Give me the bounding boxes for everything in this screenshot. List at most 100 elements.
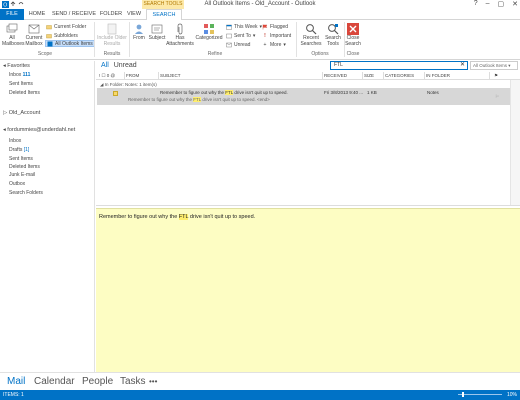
search-scope-dropdown[interactable]: All Outlook Items ▾	[470, 61, 518, 70]
nav-tasks[interactable]: Tasks	[120, 376, 146, 387]
column-size[interactable]: SIZE	[364, 73, 374, 78]
filter-unread[interactable]: Unread	[114, 62, 137, 69]
older-results-icon	[106, 23, 118, 35]
flag-column-icon[interactable]: ⚑	[494, 73, 498, 79]
search-tools-context-label: SEARCH TOOLS	[142, 0, 184, 9]
favorite-sent-items[interactable]: Sent Items	[9, 81, 33, 87]
favorite-deleted-items[interactable]: Deleted Items	[9, 90, 40, 96]
folder-inbox[interactable]: Inbox	[9, 138, 21, 144]
categorized-button[interactable]: Categorized	[194, 23, 224, 42]
folder-pane: ◂ Favorites Inbox 111 Sent Items Deleted…	[0, 61, 95, 372]
this-week-dropdown[interactable]: This Week ▾	[226, 23, 262, 30]
recent-searches-button[interactable]: Recent Searches	[299, 23, 323, 47]
outlook-logo-icon: O	[2, 1, 9, 9]
icon-columns[interactable]: ! ☐ 0 @	[99, 73, 115, 79]
tab-view[interactable]: VIEW	[124, 9, 144, 20]
folder-drafts[interactable]: Drafts [1]	[9, 147, 29, 153]
note-body: Remember to figure out why the FTL drive…	[99, 214, 256, 220]
tab-send-receive[interactable]: SEND / RECEIVE	[50, 9, 98, 20]
from-button[interactable]: From	[131, 23, 147, 42]
column-divider	[424, 72, 425, 80]
all-outlook-items-button[interactable]: All Outlook Items	[45, 40, 95, 47]
subject-icon	[151, 23, 163, 35]
close-window-button[interactable]: ✕	[512, 0, 518, 8]
list-item[interactable]: Remember to figure out why the FTL drive…	[97, 88, 510, 105]
column-from[interactable]: FROM	[126, 73, 139, 78]
column-categories[interactable]: CATEGORIES	[385, 73, 414, 78]
all-mailboxes-button[interactable]: All Mailboxes	[2, 23, 25, 47]
subject-button[interactable]: Subject	[148, 23, 166, 42]
nav-mail[interactable]: Mail	[7, 376, 25, 387]
favorites-header[interactable]: ◂ Favorites	[3, 63, 30, 69]
account-old-account[interactable]: ▷ Old_Account	[3, 110, 40, 116]
item-size: 1 KB	[367, 90, 377, 95]
tab-folder[interactable]: FOLDER	[99, 9, 123, 20]
column-subject[interactable]: SUBJECT	[160, 73, 181, 78]
unread-button[interactable]: Unread	[226, 41, 250, 48]
more-dropdown[interactable]: + More ▾	[262, 41, 286, 48]
maximize-button[interactable]: ▢	[498, 0, 505, 8]
quick-access-toolbar: O	[2, 1, 24, 9]
close-group-label: Close	[346, 51, 360, 57]
tab-file[interactable]: FILE	[0, 9, 24, 20]
item-subject: Remember to figure out why the FTL drive…	[160, 90, 288, 95]
flag-icon[interactable]: ⚐	[495, 94, 499, 100]
minimize-button[interactable]: –	[486, 0, 490, 8]
folder-junk-email[interactable]: Junk E-mail	[9, 172, 35, 178]
chevron-down-icon: ▾	[508, 63, 511, 68]
has-attachments-button[interactable]: Has Attachments	[166, 23, 194, 47]
options-group-label: Options	[311, 51, 329, 57]
clear-search-icon[interactable]: ✕	[460, 61, 465, 70]
more-modules-icon[interactable]: •••	[149, 377, 157, 386]
help-icon[interactable]: ?	[474, 0, 478, 8]
important-button[interactable]: ! Important	[262, 32, 291, 39]
ribbon-separator	[129, 22, 130, 57]
unread-count: 111	[22, 72, 31, 78]
nav-calendar[interactable]: Calendar	[34, 376, 75, 387]
nav-people[interactable]: People	[82, 376, 113, 387]
send-receive-icon[interactable]	[10, 1, 16, 7]
flagged-button[interactable]: Flagged	[262, 23, 288, 30]
column-received[interactable]: RECEIVED	[324, 73, 347, 78]
sent-to-dropdown[interactable]: Sent To ▾	[226, 32, 255, 39]
list-scrollbar[interactable]	[510, 80, 520, 206]
mailboxes-icon	[6, 23, 18, 35]
magnifier-icon	[305, 23, 317, 35]
view-filter: All Unread	[101, 62, 137, 69]
include-older-results-button[interactable]: Include Older Results	[97, 23, 127, 47]
undo-icon[interactable]	[18, 1, 24, 7]
tab-home[interactable]: HOME	[26, 9, 48, 20]
plus-icon: +	[263, 41, 267, 48]
status-bar: ITEMS: 1 10%	[0, 390, 520, 400]
results-group-label: Results	[103, 51, 121, 57]
search-highlight: FTL	[193, 97, 202, 102]
folder-deleted-items[interactable]: Deleted Items	[9, 164, 40, 170]
mailbox-icon	[28, 23, 40, 35]
module-navigation: Mail Calendar People Tasks •••	[0, 372, 520, 390]
window-controls: ? – ▢ ✕	[474, 0, 518, 8]
item-received: Fri 3/8/2013 9:40 ...	[324, 90, 364, 95]
search-tools-button[interactable]: Search Tools	[322, 23, 344, 47]
svg-text:O: O	[3, 3, 7, 8]
exclamation-icon: !	[264, 32, 266, 39]
current-mailbox-button[interactable]: Current Mailbox	[23, 23, 45, 47]
favorite-inbox[interactable]: Inbox 111	[9, 72, 30, 78]
unread-envelope-icon	[226, 42, 232, 48]
close-search-button[interactable]: Close Search	[345, 23, 361, 47]
folder-sent-items[interactable]: Sent Items	[9, 156, 33, 162]
zoom-slider-knob[interactable]	[462, 392, 464, 397]
filter-all[interactable]: All	[101, 62, 109, 69]
column-divider	[158, 72, 159, 80]
account-fordummies[interactable]: ◂ fordummies@underdahl.net	[3, 127, 75, 133]
column-divider	[322, 72, 323, 80]
item-count: ITEMS: 1	[3, 392, 24, 398]
search-input[interactable]: FTL	[330, 61, 468, 70]
categories-icon	[203, 23, 215, 35]
folder-outbox[interactable]: Outbox	[9, 181, 25, 187]
current-folder-button[interactable]: Current Folder	[46, 23, 86, 30]
folder-search-folders[interactable]: Search Folders	[9, 190, 43, 196]
column-in-folder[interactable]: IN FOLDER	[426, 73, 450, 78]
tab-search[interactable]: SEARCH	[146, 9, 182, 20]
subfolders-button[interactable]: Subfolders	[46, 32, 78, 39]
zoom-slider[interactable]	[458, 392, 502, 397]
